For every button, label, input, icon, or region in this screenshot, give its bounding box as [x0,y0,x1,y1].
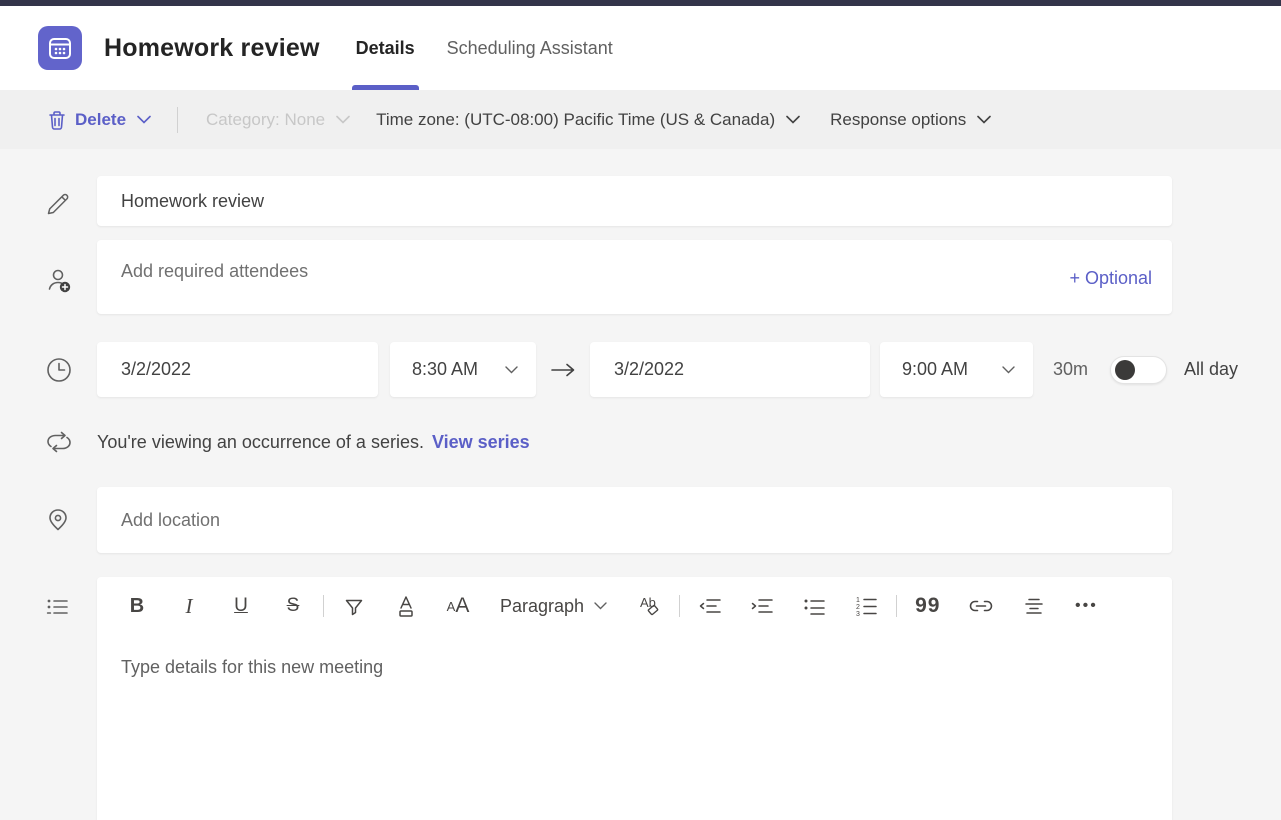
font-color-button[interactable] [394,589,418,623]
start-time-dropdown[interactable]: 8:30 AM [390,342,536,397]
chevron-down-icon [977,115,991,124]
details-list-icon [0,577,97,619]
clear-format-button[interactable]: Ab [637,589,661,623]
bold-button[interactable]: B [125,589,149,623]
repeat-icon [0,429,97,455]
timezone-label: Time zone: (UTC-08:00) Pacific Time (US … [376,110,775,130]
clock-icon [0,355,97,385]
end-time-dropdown[interactable]: 9:00 AM [880,342,1033,397]
svg-text:2: 2 [856,604,860,611]
outdent-button[interactable] [698,589,722,623]
end-date-value: 3/2/2022 [614,359,684,380]
category-label: Category: None [206,110,325,130]
location-input[interactable] [121,510,1148,531]
view-series-link[interactable]: View series [432,432,530,453]
italic-button[interactable]: I [177,589,201,623]
toggle-knob [1115,360,1135,380]
attendees-row: + Optional [0,240,1281,314]
tab-scheduling-assistant[interactable]: Scheduling Assistant [431,6,629,90]
title-row [0,176,1281,226]
tab-scheduling-assistant-label: Scheduling Assistant [447,38,613,59]
tab-details[interactable]: Details [340,6,431,90]
chevron-down-icon [505,366,518,374]
duration-label: 30m [1053,359,1088,380]
add-person-icon [0,240,97,296]
end-date-field[interactable]: 3/2/2022 [590,342,870,397]
attendees-field: + Optional [97,240,1172,314]
svg-text:3: 3 [856,611,860,617]
numbered-list-button[interactable]: 1 2 3 [854,589,878,623]
datetime-row: 3/2/2022 8:30 AM 3/2/2022 9:00 AM 30m Al… [0,342,1281,397]
start-date-value: 3/2/2022 [121,359,191,380]
bullet-list-button[interactable] [802,589,826,623]
horizontal-rule-button[interactable] [1022,589,1046,623]
indent-button[interactable] [750,589,774,623]
response-options-label: Response options [830,110,966,130]
details-text-area[interactable]: Type details for this new meeting [97,635,1172,820]
more-options-button[interactable]: ••• [1074,589,1098,623]
tab-details-label: Details [356,38,415,59]
delete-label: Delete [75,110,126,130]
svg-text:Ab: Ab [640,595,656,610]
arrow-right-icon [550,362,576,378]
calendar-icon [47,35,73,61]
insert-link-button[interactable] [968,589,994,623]
strikethrough-button[interactable]: S [281,589,305,623]
font-size-large-glyph: A [455,594,469,618]
meeting-form: + Optional 3/2/2022 8:30 AM 3/2/2022 9:0… [0,149,1281,820]
editor-divider [896,595,897,617]
editor-toolbar: B I U S AA [97,577,1172,635]
editor-divider [323,595,324,617]
category-button: Category: None [206,110,350,130]
location-row [0,487,1281,553]
highlight-button[interactable] [342,589,366,623]
font-size-button[interactable]: AA [446,589,470,623]
details-editor-row: B I U S AA [0,577,1281,820]
response-options-button[interactable]: Response options [830,110,991,130]
chevron-down-icon [137,115,151,124]
tab-bar: Details Scheduling Assistant [340,6,629,90]
calendar-app-icon [38,26,82,70]
chevron-down-icon [1002,366,1015,374]
meeting-title-input[interactable] [97,176,1172,226]
command-toolbar: Delete Category: None Time zone: (UTC-08… [0,90,1281,149]
paragraph-label: Paragraph [500,596,584,617]
all-day-toggle[interactable] [1110,356,1167,384]
end-time-value: 9:00 AM [902,359,968,380]
start-date-field[interactable]: 3/2/2022 [97,342,378,397]
location-field [97,487,1172,553]
chevron-down-icon [336,115,350,124]
font-size-small-glyph: A [447,599,456,614]
page-title: Homework review [104,34,320,63]
series-occurrence-text: You're viewing an occurrence of a series… [97,432,424,453]
required-attendees-input[interactable] [121,256,1069,286]
quote-button[interactable]: 99 [915,589,940,623]
chevron-down-icon [594,602,607,610]
paragraph-style-dropdown[interactable]: Paragraph [500,596,607,617]
trash-icon [48,110,66,130]
add-optional-attendees-link[interactable]: + Optional [1069,256,1156,289]
editor-divider [679,595,680,617]
chevron-down-icon [786,115,800,124]
toolbar-divider [177,107,178,133]
meeting-header: Homework review Details Scheduling Assis… [0,6,1281,90]
svg-text:1: 1 [856,597,860,604]
series-row: You're viewing an occurrence of a series… [0,427,1281,457]
start-time-value: 8:30 AM [412,359,478,380]
timezone-button[interactable]: Time zone: (UTC-08:00) Pacific Time (US … [376,110,800,130]
edit-pencil-icon [0,176,97,218]
underline-button[interactable]: U [229,589,253,623]
delete-button[interactable]: Delete [48,110,151,130]
location-pin-icon [0,487,97,537]
details-editor: B I U S AA [97,577,1172,820]
all-day-label: All day [1184,359,1238,380]
